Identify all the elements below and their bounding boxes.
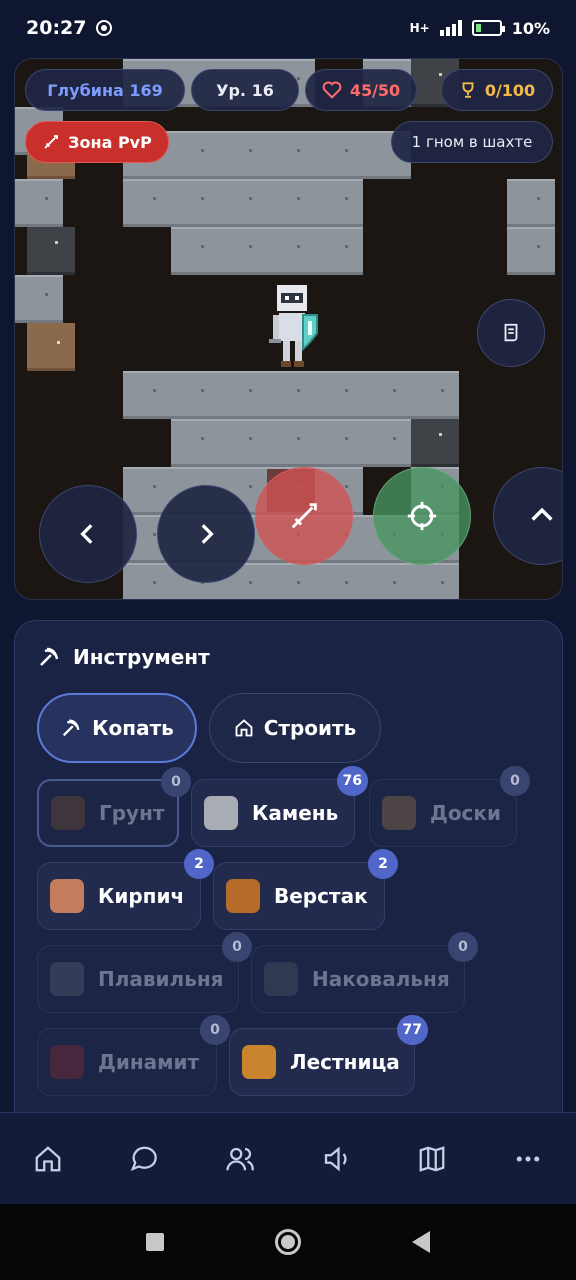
depth-indicator: Глубина 169 <box>25 69 185 111</box>
material-count-badge: 0 <box>222 932 252 962</box>
back-button[interactable] <box>412 1231 431 1253</box>
material-dirt[interactable]: Грунт 0 <box>37 767 191 847</box>
move-right-button[interactable] <box>157 485 255 583</box>
crosshair-icon <box>407 501 437 531</box>
mode-build-button[interactable]: Строить <box>209 693 381 763</box>
scroll-button[interactable] <box>477 299 545 367</box>
player-character <box>269 285 318 367</box>
chrome-icon <box>96 20 113 36</box>
material-label: Доски <box>430 801 501 825</box>
material-smelter[interactable]: Плавильня 0 <box>37 932 252 1013</box>
jump-button[interactable] <box>493 467 562 565</box>
panel-title-label: Инструмент <box>73 645 210 669</box>
chat-icon <box>130 1146 157 1171</box>
health-label: 45/50 <box>349 80 401 100</box>
material-count-badge: 77 <box>396 1015 428 1045</box>
material-workbench[interactable]: Верстак 2 <box>213 849 398 930</box>
nav-map[interactable] <box>402 1129 462 1189</box>
mode-dig-button[interactable]: Копать <box>37 693 197 763</box>
map-icon <box>419 1145 445 1172</box>
sound-icon <box>324 1146 347 1171</box>
pickaxe-icon <box>40 647 59 666</box>
status-bar: 20:27 H+ 10% <box>0 0 576 56</box>
chevron-up-icon <box>531 507 553 521</box>
nav-home[interactable] <box>18 1129 78 1189</box>
signal-icon <box>439 20 462 36</box>
network-type: H+ <box>409 21 430 35</box>
tool-panel: Инструмент Копать Строить Грунт 0 Камень… <box>14 620 563 1120</box>
trophy-icon <box>462 82 474 98</box>
smelter-swatch <box>50 962 84 996</box>
material-count-badge: 2 <box>368 849 398 879</box>
heart-icon <box>322 81 342 99</box>
planks-swatch <box>382 796 416 830</box>
mode-dig-label: Копать <box>92 716 174 740</box>
nav-more[interactable] <box>498 1129 558 1189</box>
sword-icon <box>44 135 59 149</box>
material-label: Динамит <box>98 1050 200 1074</box>
move-left-button[interactable] <box>39 485 137 583</box>
material-planks[interactable]: Доски 0 <box>369 766 530 847</box>
material-ladder[interactable]: Лестница 77 <box>229 1015 428 1096</box>
material-label: Грунт <box>99 801 165 825</box>
material-label: Верстак <box>274 884 368 908</box>
depth-label: Глубина 169 <box>47 80 163 100</box>
stone-swatch <box>204 796 238 830</box>
home-icon <box>35 1145 61 1171</box>
anvil-swatch <box>264 962 298 996</box>
nav-users[interactable] <box>210 1129 270 1189</box>
level-indicator: Ур. 16 <box>191 69 299 111</box>
recents-button[interactable] <box>145 1233 164 1251</box>
level-label: Ур. 16 <box>216 80 274 100</box>
workbench-swatch <box>226 879 260 913</box>
players-label: 1 гном в шахте <box>411 133 533 151</box>
trophy-indicator: 0/100 <box>441 69 553 111</box>
chevron-right-icon <box>201 524 214 544</box>
trophy-label: 0/100 <box>484 80 536 100</box>
material-label: Кирпич <box>98 884 185 908</box>
health-indicator: 45/50 <box>305 69 417 111</box>
dynamite-swatch <box>50 1045 84 1079</box>
scroll-icon <box>504 323 518 342</box>
dirt-swatch <box>51 796 85 830</box>
status-time: 20:27 <box>26 17 87 39</box>
material-brick[interactable]: Кирпич 2 <box>37 849 214 930</box>
more-icon <box>516 1156 540 1161</box>
home-system-button[interactable] <box>274 1229 301 1255</box>
material-label: Лестница <box>290 1050 400 1074</box>
mode-build-label: Строить <box>263 716 357 740</box>
material-dynamite[interactable]: Динамит 0 <box>37 1015 230 1096</box>
chevron-left-icon <box>80 524 93 544</box>
material-count-badge: 0 <box>200 1015 230 1045</box>
material-label: Наковальня <box>312 967 450 991</box>
home-icon <box>235 719 253 737</box>
nav-sound[interactable] <box>306 1129 366 1189</box>
battery-level: 10% <box>511 18 550 38</box>
bottom-navigation <box>0 1112 576 1204</box>
material-anvil[interactable]: Наковальня 0 <box>251 932 478 1013</box>
nav-chat[interactable] <box>114 1129 174 1189</box>
material-label: Плавильня <box>98 967 224 991</box>
ladder-swatch <box>242 1045 276 1079</box>
system-navigation <box>0 1204 576 1280</box>
brick-swatch <box>50 879 84 913</box>
game-viewport[interactable]: Глубина 169 Ур. 16 45/50 0/100 Зона PvP … <box>14 58 563 600</box>
users-icon <box>226 1147 254 1170</box>
material-label: Камень <box>252 801 339 825</box>
panel-title: Инструмент <box>37 645 210 669</box>
material-stone[interactable]: Камень 76 <box>191 766 368 847</box>
aim-button[interactable] <box>373 467 471 565</box>
sword-icon <box>291 503 317 529</box>
material-count-badge: 2 <box>184 849 214 879</box>
material-count-badge: 0 <box>161 767 191 797</box>
material-count-badge: 0 <box>448 932 478 962</box>
material-count-badge: 76 <box>336 766 368 796</box>
pvp-label: Зона PvP <box>68 132 152 152</box>
material-count-badge: 0 <box>500 766 530 796</box>
pvp-zone-badge: Зона PvP <box>25 121 169 163</box>
players-in-mine: 1 гном в шахте <box>391 121 553 163</box>
battery-icon <box>471 20 505 36</box>
attack-button[interactable] <box>255 467 353 565</box>
pickaxe-icon <box>63 719 80 737</box>
